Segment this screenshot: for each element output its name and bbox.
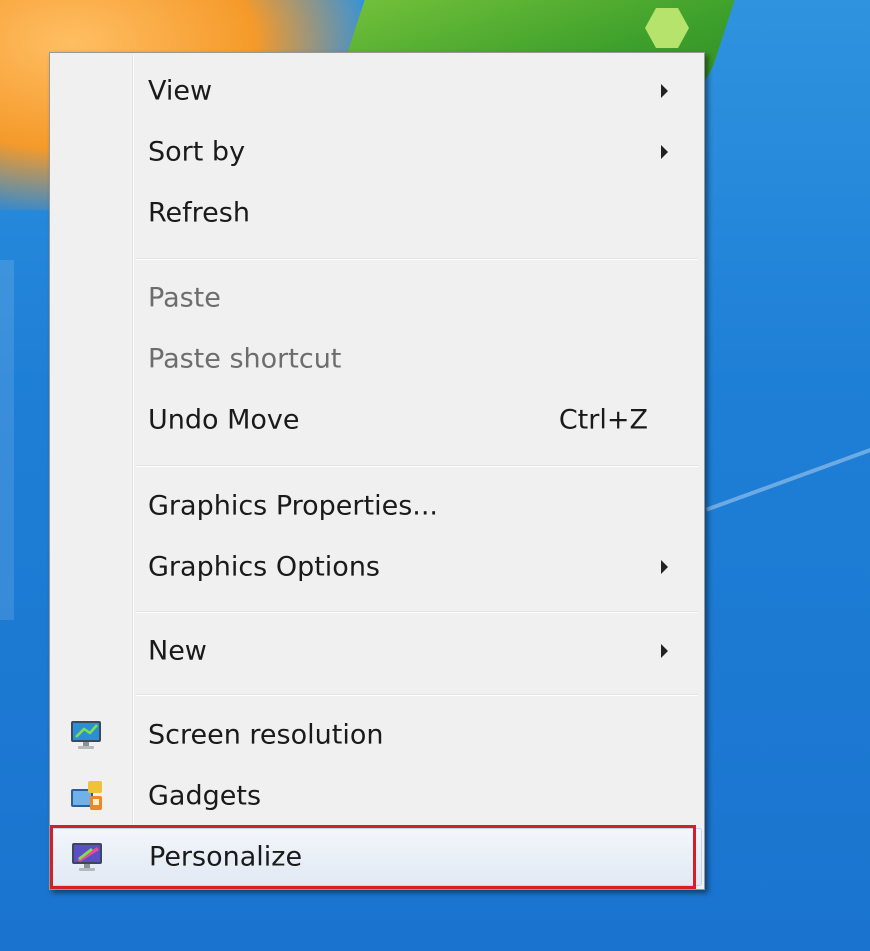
menu-item-paste-shortcut[interactable]: Paste shortcut xyxy=(52,330,702,388)
menu-item-label: Graphics Options xyxy=(148,551,380,583)
menu-item-label: New xyxy=(148,635,207,667)
menu-item-label: Graphics Properties... xyxy=(148,490,439,522)
gadgets-icon xyxy=(68,777,106,815)
menu-item-refresh[interactable]: Refresh xyxy=(52,184,702,242)
menu-separator xyxy=(136,258,698,260)
menu-item-undo-move[interactable]: Undo Move Ctrl+Z xyxy=(52,391,702,449)
menu-item-label: Screen resolution xyxy=(148,719,384,751)
menu-item-label: Paste xyxy=(148,282,221,314)
highlight-annotation-box xyxy=(50,825,696,889)
menu-item-personalize[interactable]: Personalize xyxy=(50,825,702,889)
menu-item-graphics-options[interactable]: Graphics Options xyxy=(52,538,702,596)
menu-item-new[interactable]: New xyxy=(52,622,702,680)
menu-item-paste[interactable]: Paste xyxy=(52,269,702,327)
menu-item-sort-by[interactable]: Sort by xyxy=(52,123,702,181)
desktop-context-menu: View Sort by Refresh Paste Paste shortcu… xyxy=(49,52,705,890)
submenu-arrow-icon xyxy=(661,84,668,98)
menu-item-gadgets[interactable]: Gadgets xyxy=(52,767,702,825)
menu-item-label: Refresh xyxy=(148,197,250,229)
menu-item-label: Sort by xyxy=(148,136,246,168)
menu-item-view[interactable]: View xyxy=(52,62,702,120)
menu-separator xyxy=(136,694,698,696)
screen-resolution-icon xyxy=(68,716,106,754)
submenu-arrow-icon xyxy=(661,644,668,658)
menu-separator xyxy=(136,611,698,613)
submenu-arrow-icon xyxy=(661,145,668,159)
menu-item-shortcut: Ctrl+Z xyxy=(558,404,648,436)
desktop: View Sort by Refresh Paste Paste shortcu… xyxy=(0,0,870,951)
menu-item-graphics-properties[interactable]: Graphics Properties... xyxy=(52,477,702,535)
wallpaper-light-streak xyxy=(0,260,14,620)
menu-item-screen-resolution[interactable]: Screen resolution xyxy=(52,706,702,764)
menu-item-label: Gadgets xyxy=(148,780,262,812)
submenu-arrow-icon xyxy=(661,560,668,574)
menu-item-label: View xyxy=(148,75,213,107)
menu-item-label: Paste shortcut xyxy=(148,343,342,375)
menu-separator xyxy=(136,465,698,467)
menu-item-label: Undo Move xyxy=(148,404,300,436)
wallpaper-light-streak xyxy=(705,432,870,512)
